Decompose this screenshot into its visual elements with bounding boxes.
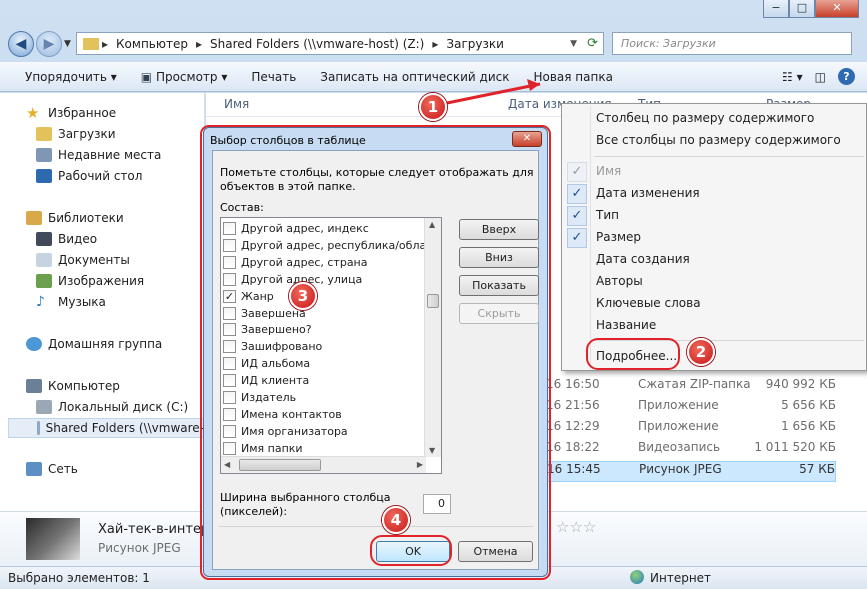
navigation-pane: ★ Избранное Загрузки Недавние места Рабоч… (0, 93, 205, 511)
check-icon: ✓ (567, 184, 587, 204)
table-row-selected[interactable]: 16 15:45 Рисунок JPEG 57 КБ (546, 461, 836, 482)
close-button[interactable]: ✕ (815, 0, 859, 18)
sidebar-item-computer[interactable]: Компьютер (26, 376, 120, 396)
sidebar-item-localdisk[interactable]: Локальный диск (C:) (36, 397, 188, 417)
column-name[interactable]: Имя (224, 97, 249, 111)
forward-button[interactable]: ▶ (36, 31, 62, 57)
step-badge-1: 1 (419, 93, 447, 121)
music-icon: ♪ (36, 294, 45, 310)
table-row[interactable]: 16 21:56 Приложение 5 656 КБ (546, 398, 836, 419)
help-icon[interactable]: ? (832, 68, 867, 85)
menu-item-type[interactable]: Тип (596, 208, 619, 228)
breadcrumb-sep: ▸ (195, 36, 202, 51)
check-icon: ✓ (567, 206, 587, 226)
menu-item-title[interactable]: Название (596, 318, 656, 338)
menu-item-date[interactable]: Дата изменения (596, 186, 700, 206)
search-input[interactable]: Поиск: Загрузки (612, 32, 852, 55)
menu-item-authors[interactable]: Авторы (596, 274, 643, 294)
step-badge-2: 2 (687, 338, 715, 366)
menu-gutter (590, 106, 591, 368)
print-button[interactable]: Печать (239, 70, 308, 84)
breadcrumb-shared[interactable]: Shared Folders (\\vmware-host) (Z:) (205, 37, 429, 51)
address-bar[interactable]: ▸ Компьютер ▸ Shared Folders (\\vmware-h… (76, 32, 604, 55)
chevron-down-icon[interactable]: ▼ (64, 39, 71, 49)
sidebar-item-downloads[interactable]: Загрузки (36, 124, 116, 144)
star-icon: ★ (26, 104, 40, 122)
breadcrumb-sep: ▸ (432, 36, 439, 51)
globe-icon (630, 570, 644, 584)
images-icon (36, 274, 52, 288)
breadcrumb-computer[interactable]: Компьютер (111, 37, 193, 51)
computer-icon (26, 379, 42, 393)
desktop-icon (36, 169, 52, 183)
new-folder-button[interactable]: Новая папка (521, 70, 624, 84)
back-button[interactable]: ◀ (8, 31, 34, 57)
sidebar-item-recent[interactable]: Недавние места (36, 145, 161, 165)
table-row[interactable]: 16 16:50 Сжатая ZIP-папка 940 992 КБ (546, 377, 836, 398)
recent-places-icon (36, 148, 52, 162)
organize-button[interactable]: Упорядочить ▾ (0, 70, 129, 84)
sidebar-item-music[interactable]: ♪ Музыка (36, 292, 106, 312)
view-icon[interactable]: ☷ ▾ (776, 70, 809, 84)
menu-item-fit-all[interactable]: Все столбцы по размеру содержимого (596, 133, 841, 153)
documents-icon (36, 253, 52, 267)
step-badge-4: 4 (382, 506, 410, 534)
folder-icon (83, 37, 99, 50)
sidebar-item-libraries[interactable]: Библиотеки (26, 208, 124, 228)
menu-item-fit-column[interactable]: Столбец по размеру содержимого (596, 111, 814, 131)
file-thumbnail (26, 518, 80, 560)
check-icon: ✓ (567, 162, 587, 182)
disk-icon (36, 400, 52, 414)
sidebar-item-homegroup[interactable]: Домашняя группа (26, 334, 162, 354)
window-controls: − □ ✕ (763, 0, 859, 18)
menu-item-created[interactable]: Дата создания (596, 252, 690, 272)
status-zone: Интернет (650, 571, 712, 585)
status-selected: Выбрано элементов: 1 (8, 571, 150, 585)
rating-stars[interactable]: ☆☆☆ (556, 518, 596, 536)
maximize-button[interactable]: □ (789, 0, 815, 18)
folder-icon (36, 127, 52, 141)
file-type: Рисунок JPEG (98, 541, 181, 555)
refresh-icon[interactable]: ⟳ (582, 36, 603, 51)
table-row[interactable]: 16 12:29 Приложение 1 656 КБ (546, 419, 836, 440)
burn-button[interactable]: Записать на оптический диск (308, 70, 521, 84)
network-icon (26, 462, 42, 476)
breadcrumb-sep: ▸ (102, 36, 109, 51)
menu-item-name: Имя (596, 164, 622, 178)
sidebar-item-video[interactable]: Видео (36, 229, 97, 249)
sidebar-item-desktop[interactable]: Рабочий стол (36, 166, 142, 186)
library-icon (26, 211, 42, 225)
menu-item-size[interactable]: Размер (596, 230, 641, 250)
menu-divider (594, 156, 864, 157)
breadcrumb-downloads[interactable]: Загрузки (441, 37, 509, 51)
highlight-ok (370, 535, 452, 566)
column-context-menu: Столбец по размеру содержимого Все столб… (561, 103, 867, 371)
check-icon: ✓ (567, 228, 587, 248)
network-drive-icon (37, 421, 40, 435)
preview-icon: ▣ (140, 69, 156, 84)
sidebar-item-shared[interactable]: Shared Folders (\\vmware- (8, 418, 205, 438)
sidebar-item-network[interactable]: Сеть (26, 459, 78, 479)
minimize-button[interactable]: − (763, 0, 789, 18)
preview-button[interactable]: ▣ Просмотр ▾ (129, 70, 240, 84)
sidebar-item-images[interactable]: Изображения (36, 271, 144, 291)
menu-item-keywords[interactable]: Ключевые слова (596, 296, 701, 316)
homegroup-icon (26, 337, 42, 351)
highlight-dialog (200, 125, 551, 580)
pane-icon[interactable]: ◫ (809, 70, 832, 84)
table-row[interactable]: 16 18:22 Видеозапись 1 011 520 КБ (546, 440, 836, 461)
sidebar-item-favorites[interactable]: ★ Избранное (26, 103, 116, 123)
step-badge-3: 3 (289, 282, 317, 310)
toolbar: Упорядочить ▾ ▣ Просмотр ▾ Печать Записа… (0, 62, 867, 92)
highlight-more (586, 338, 680, 370)
chevron-down-icon[interactable]: ▼ (565, 39, 582, 49)
video-icon (36, 232, 52, 246)
nav-buttons: ◀ ▶ ▼ (8, 31, 71, 57)
sidebar-item-documents[interactable]: Документы (36, 250, 130, 270)
